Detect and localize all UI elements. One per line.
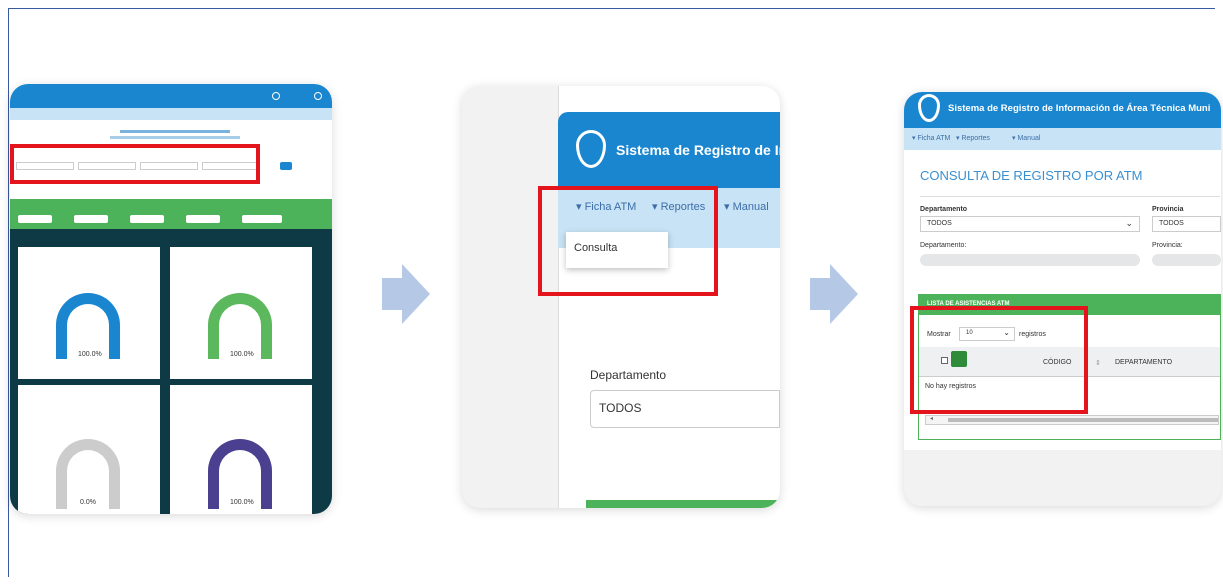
gauge-value: 0.0%: [80, 499, 96, 506]
gauge-panel: 0.0%: [18, 385, 160, 514]
menu-ficha-atm[interactable]: ▾ Ficha ATM: [912, 134, 950, 142]
dashboard-header: [10, 84, 332, 108]
gauge-value: 100.0%: [230, 351, 254, 358]
highlight-box: [10, 144, 260, 184]
highlight-box: [538, 186, 718, 296]
provincia-label-2: Provincia:: [1152, 242, 1183, 249]
menu-screenshot: Sistema de Registro de Informac ▾ Ficha …: [462, 86, 780, 508]
departamento-label: Departamento: [920, 206, 968, 213]
chevron-left-icon[interactable]: ◂: [930, 415, 933, 422]
gauge-arc: [208, 293, 272, 359]
arrow-right-icon: [810, 264, 858, 324]
summary-cell: [186, 215, 220, 223]
system-title: Sistema de Registro de Informac: [616, 142, 780, 158]
gauge-panel: 100.0%: [18, 247, 160, 379]
departamento-label-2: Departamento:: [920, 242, 967, 249]
provincia-display: [1152, 254, 1221, 266]
gauge-value: 100.0%: [230, 499, 254, 506]
departamento-select[interactable]: TODOS: [590, 390, 780, 428]
provincia-label: Provincia: [1152, 206, 1184, 213]
summary-cell: [74, 215, 108, 223]
system-banner: Sistema de Registro de Información de Ár…: [904, 92, 1221, 128]
dashboard-menu-bar: [10, 108, 332, 120]
search-button[interactable]: [280, 162, 292, 170]
column-departamento[interactable]: DEPARTAMENTO: [1115, 359, 1172, 366]
dashboard-title: [120, 130, 230, 133]
divider: [920, 196, 1220, 197]
summary-cell: [18, 215, 52, 223]
green-bar: [586, 500, 780, 508]
gauge-panel: 100.0%: [170, 247, 312, 379]
gauge-value: 100.0%: [78, 351, 102, 358]
consulta-screenshot: Sistema de Registro de Información de Ár…: [904, 92, 1221, 506]
gauges-area: 100.0% 100.0% 0.0% 100.0%: [10, 229, 332, 514]
departamento-display: [920, 254, 1140, 266]
chevron-down-icon: ⌄: [1125, 218, 1133, 228]
gauge-arc: [56, 293, 120, 359]
gauge-panel: 100.0%: [170, 385, 312, 514]
summary-cell: [130, 215, 164, 223]
horizontal-scrollbar[interactable]: ◂: [925, 415, 1219, 425]
menu-bar: ▾ Ficha ATM ▾ Reportes ▾ Manual: [904, 128, 1221, 150]
logo-icon: [314, 92, 322, 100]
field-label: Departamento: [590, 368, 667, 382]
arrow-right-icon: [382, 264, 430, 324]
sort-icon[interactable]: ⇕: [1095, 359, 1101, 367]
departamento-value: TODOS: [927, 220, 952, 227]
menu-manual[interactable]: ▾ Manual: [1012, 134, 1040, 142]
menu-manual[interactable]: ▾ Manual: [724, 200, 769, 213]
menu-reportes[interactable]: ▾ Reportes: [956, 134, 990, 142]
system-banner: Sistema de Registro de Informac: [558, 112, 780, 188]
highlight-box: [910, 306, 1088, 414]
logo-icon: [272, 92, 280, 100]
dashboard-subtitle: [110, 136, 240, 139]
system-title: Sistema de Registro de Información de Ár…: [948, 103, 1211, 114]
water-drop-icon: [576, 130, 606, 168]
scrollbar-thumb[interactable]: [948, 418, 1218, 422]
summary-bar: [10, 199, 332, 229]
water-drop-icon: [918, 94, 940, 122]
departamento-select[interactable]: TODOS ⌄: [920, 216, 1140, 232]
summary-cell: [242, 215, 282, 223]
provincia-select[interactable]: TODOS: [1152, 216, 1221, 232]
page-title: CONSULTA DE REGISTRO POR ATM: [920, 168, 1143, 183]
